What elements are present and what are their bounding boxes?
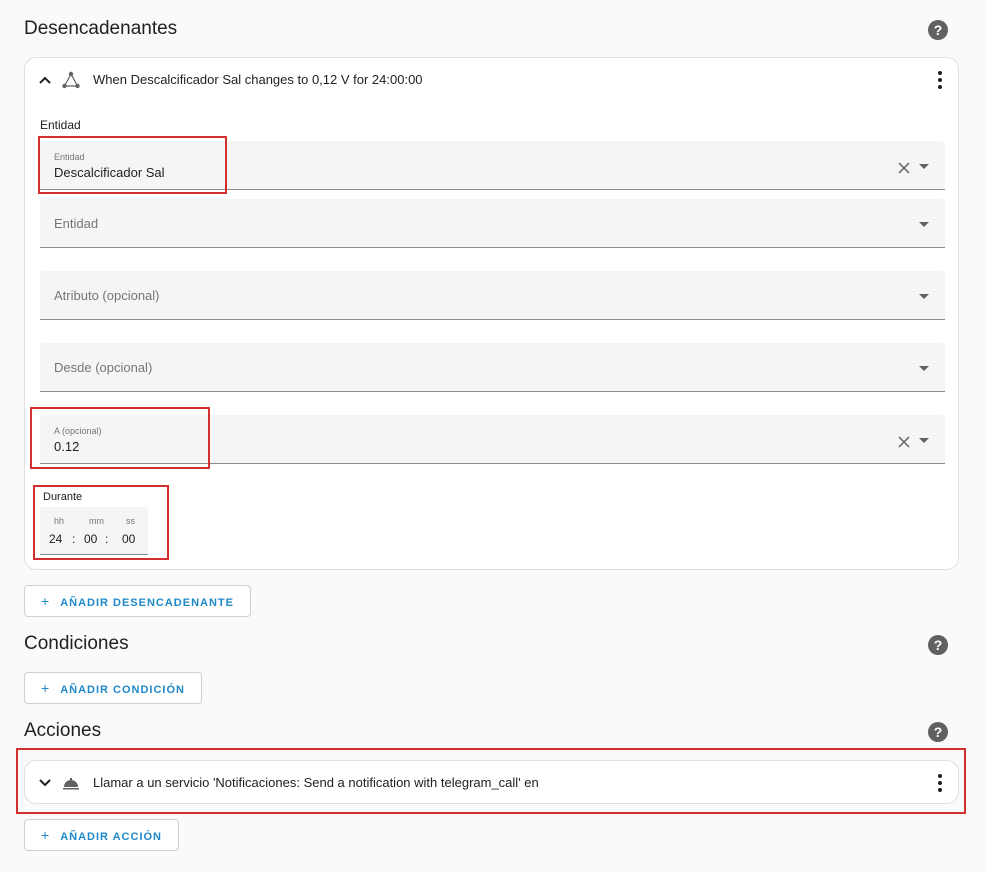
- trigger-menu-icon[interactable]: [938, 71, 942, 89]
- chevron-up-icon[interactable]: [37, 72, 53, 88]
- dropdown-arrow-icon[interactable]: [919, 366, 929, 371]
- dropdown-arrow-icon[interactable]: [919, 222, 929, 227]
- dropdown-arrow-icon[interactable]: [919, 164, 929, 169]
- action-card[interactable]: Llamar a un servicio 'Notificaciones: Se…: [24, 760, 959, 804]
- plus-icon: +: [41, 827, 51, 843]
- minutes-unit-label: mm: [89, 516, 104, 526]
- duration-separator: :: [105, 532, 109, 546]
- entity-field-2-placeholder: Entidad: [54, 216, 99, 231]
- entity-field-2[interactable]: Entidad: [40, 199, 945, 248]
- minutes-input[interactable]: 00: [84, 532, 97, 546]
- action-menu-icon[interactable]: [938, 774, 942, 792]
- entity-field-value: Descalcificador Sal: [54, 165, 165, 180]
- seconds-unit-label: ss: [126, 516, 135, 526]
- clear-icon[interactable]: [897, 435, 911, 449]
- attribute-field[interactable]: Atributo (opcional): [40, 271, 945, 320]
- clear-icon[interactable]: [897, 161, 911, 175]
- trigger-card-header[interactable]: When Descalcificador Sal changes to 0,12…: [25, 58, 958, 102]
- action-card-title: Llamar a un servicio 'Notificaciones: Se…: [93, 775, 539, 790]
- trigger-card: When Descalcificador Sal changes to 0,12…: [24, 57, 959, 570]
- actions-help-icon[interactable]: ?: [928, 722, 948, 742]
- add-condition-button[interactable]: + AÑADIR CONDICIÓN: [24, 672, 202, 704]
- plus-icon: +: [41, 593, 51, 609]
- conditions-title: Condiciones: [24, 633, 129, 654]
- to-field-value: 0.12: [54, 439, 80, 454]
- add-trigger-label: AÑADIR DESENCADENANTE: [60, 597, 234, 609]
- trigger-card-title: When Descalcificador Sal changes to 0,12…: [93, 72, 423, 87]
- entity-section-label: Entidad: [40, 118, 81, 132]
- state-trigger-icon: [62, 71, 80, 89]
- service-bell-icon: [63, 778, 79, 790]
- chevron-down-icon[interactable]: [37, 775, 53, 791]
- to-field[interactable]: A (opcional) 0.12: [40, 415, 945, 464]
- plus-icon: +: [41, 680, 51, 696]
- from-field[interactable]: Desde (opcional): [40, 343, 945, 392]
- hours-unit-label: hh: [54, 516, 65, 526]
- dropdown-arrow-icon[interactable]: [919, 294, 929, 299]
- dropdown-arrow-icon[interactable]: [919, 438, 929, 443]
- hours-input[interactable]: 24: [49, 532, 62, 546]
- add-action-label: AÑADIR ACCIÓN: [60, 831, 162, 843]
- duration-label: Durante: [43, 491, 83, 503]
- actions-title: Acciones: [24, 720, 102, 741]
- seconds-input[interactable]: 00: [122, 532, 135, 546]
- add-trigger-button[interactable]: + AÑADIR DESENCADENANTE: [24, 585, 251, 617]
- triggers-help-icon[interactable]: ?: [928, 20, 948, 40]
- attribute-field-placeholder: Atributo (opcional): [54, 288, 160, 303]
- action-card-header[interactable]: Llamar a un servicio 'Notificaciones: Se…: [25, 761, 958, 805]
- duration-input[interactable]: hh mm ss 24 : 00 : 00: [40, 507, 148, 555]
- to-field-label: A (opcional): [54, 426, 102, 436]
- add-condition-label: AÑADIR CONDICIÓN: [60, 684, 185, 696]
- conditions-help-icon[interactable]: ?: [928, 635, 948, 655]
- from-field-placeholder: Desde (opcional): [54, 360, 153, 375]
- entity-field[interactable]: Entidad Descalcificador Sal: [40, 141, 945, 190]
- duration-separator: :: [72, 532, 76, 546]
- triggers-title: Desencadenantes: [24, 18, 178, 39]
- entity-field-label: Entidad: [54, 152, 85, 162]
- add-action-button[interactable]: + AÑADIR ACCIÓN: [24, 819, 179, 851]
